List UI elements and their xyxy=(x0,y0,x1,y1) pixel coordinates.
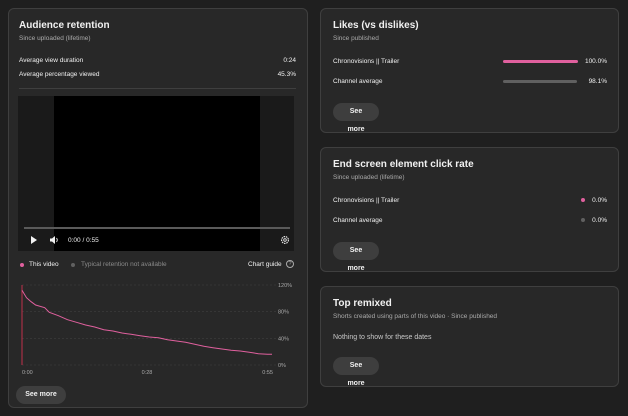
end-screen-row-value: 0.0% xyxy=(592,197,607,204)
y-tick-label: 40% xyxy=(278,336,289,342)
play-icon[interactable] xyxy=(31,236,37,244)
end-screen-dot xyxy=(581,198,585,202)
likes-row-label: Channel average xyxy=(333,78,383,85)
likes-title: Likes (vs dislikes) xyxy=(333,20,419,31)
likes-row-channel-average: Channel average 98.1% xyxy=(333,78,607,85)
end-screen-see-more-button[interactable]: See more xyxy=(333,242,379,272)
likes-subtitle: Since published xyxy=(333,35,379,42)
remixed-see-more-button[interactable]: See more xyxy=(333,357,379,387)
end-screen-title: End screen element click rate xyxy=(333,159,474,170)
stat-value: 0:24 xyxy=(283,57,296,64)
end-screen-subtitle: Since uploaded (lifetime) xyxy=(333,174,405,181)
end-screen-row-label: Channel average xyxy=(333,217,383,224)
player-progress-track[interactable] xyxy=(24,227,290,229)
likes-bar xyxy=(503,60,578,63)
y-tick-label: 0% xyxy=(278,363,286,369)
likes-row-video: Chronovisions || Trailer 100.0% xyxy=(333,58,607,65)
top-remixed-card: Top remixed Shorts created using parts o… xyxy=(320,286,619,387)
likes-row-value: 98.1% xyxy=(588,78,607,85)
legend-dot-this-video xyxy=(20,263,24,267)
x-tick-label: 0:00 xyxy=(22,370,33,376)
stat-avg-percentage-viewed: Average percentage viewed 45.3% xyxy=(19,71,296,78)
likes-bar xyxy=(503,80,577,83)
retention-title: Audience retention xyxy=(19,20,110,31)
end-screen-row-channel-average: Channel average 0.0% xyxy=(333,217,607,224)
remixed-subtitle: Shorts created using parts of this video… xyxy=(333,313,498,320)
legend-typical: Typical retention not available xyxy=(81,261,167,268)
video-player[interactable]: 0:00 / 0:55 xyxy=(18,96,294,251)
divider xyxy=(19,88,296,89)
y-tick-label: 120% xyxy=(278,283,292,289)
retention-chart: 120% 80% 40% 0% 0:00 0:28 0:55 xyxy=(21,283,292,376)
remixed-title: Top remixed xyxy=(333,298,392,309)
audience-retention-card: Audience retention Since uploaded (lifet… xyxy=(8,8,308,408)
end-screen-row-video: Chronovisions || Trailer 0.0% xyxy=(333,197,607,204)
retention-series-line xyxy=(21,290,272,355)
likes-row-value: 100.0% xyxy=(584,58,607,65)
retention-subtitle: Since uploaded (lifetime) xyxy=(19,35,91,42)
likes-row-label: Chronovisions || Trailer xyxy=(333,58,400,65)
stat-label: Average percentage viewed xyxy=(19,71,100,78)
chart-guide-link[interactable]: Chart guide xyxy=(248,261,282,268)
retention-see-more-button[interactable]: See more xyxy=(16,386,66,404)
likes-card: Likes (vs dislikes) Since published Chro… xyxy=(320,8,619,133)
x-tick-label: 0:55 xyxy=(262,370,273,376)
end-screen-card: End screen element click rate Since uplo… xyxy=(320,147,619,272)
end-screen-row-label: Chronovisions || Trailer xyxy=(333,197,400,204)
x-tick-label: 0:28 xyxy=(142,370,153,376)
likes-see-more-button[interactable]: See more xyxy=(333,103,379,133)
legend-this-video: This video xyxy=(29,261,59,268)
end-screen-row-value: 0.0% xyxy=(592,217,607,224)
chart-legend: This video Typical retention not availab… xyxy=(19,260,296,271)
stat-label: Average view duration xyxy=(19,57,84,64)
y-tick-label: 80% xyxy=(278,310,289,316)
remixed-empty-message: Nothing to show for these dates xyxy=(333,334,432,341)
volume-icon[interactable] xyxy=(50,236,60,244)
question-mark-icon[interactable]: ? xyxy=(286,260,294,268)
stat-value: 45.3% xyxy=(277,71,296,78)
player-time: 0:00 / 0:55 xyxy=(68,237,99,244)
end-screen-dot xyxy=(581,218,585,222)
gear-icon[interactable] xyxy=(280,235,290,245)
legend-dot-typical xyxy=(71,263,75,267)
stat-avg-view-duration: Average view duration 0:24 xyxy=(19,57,296,64)
